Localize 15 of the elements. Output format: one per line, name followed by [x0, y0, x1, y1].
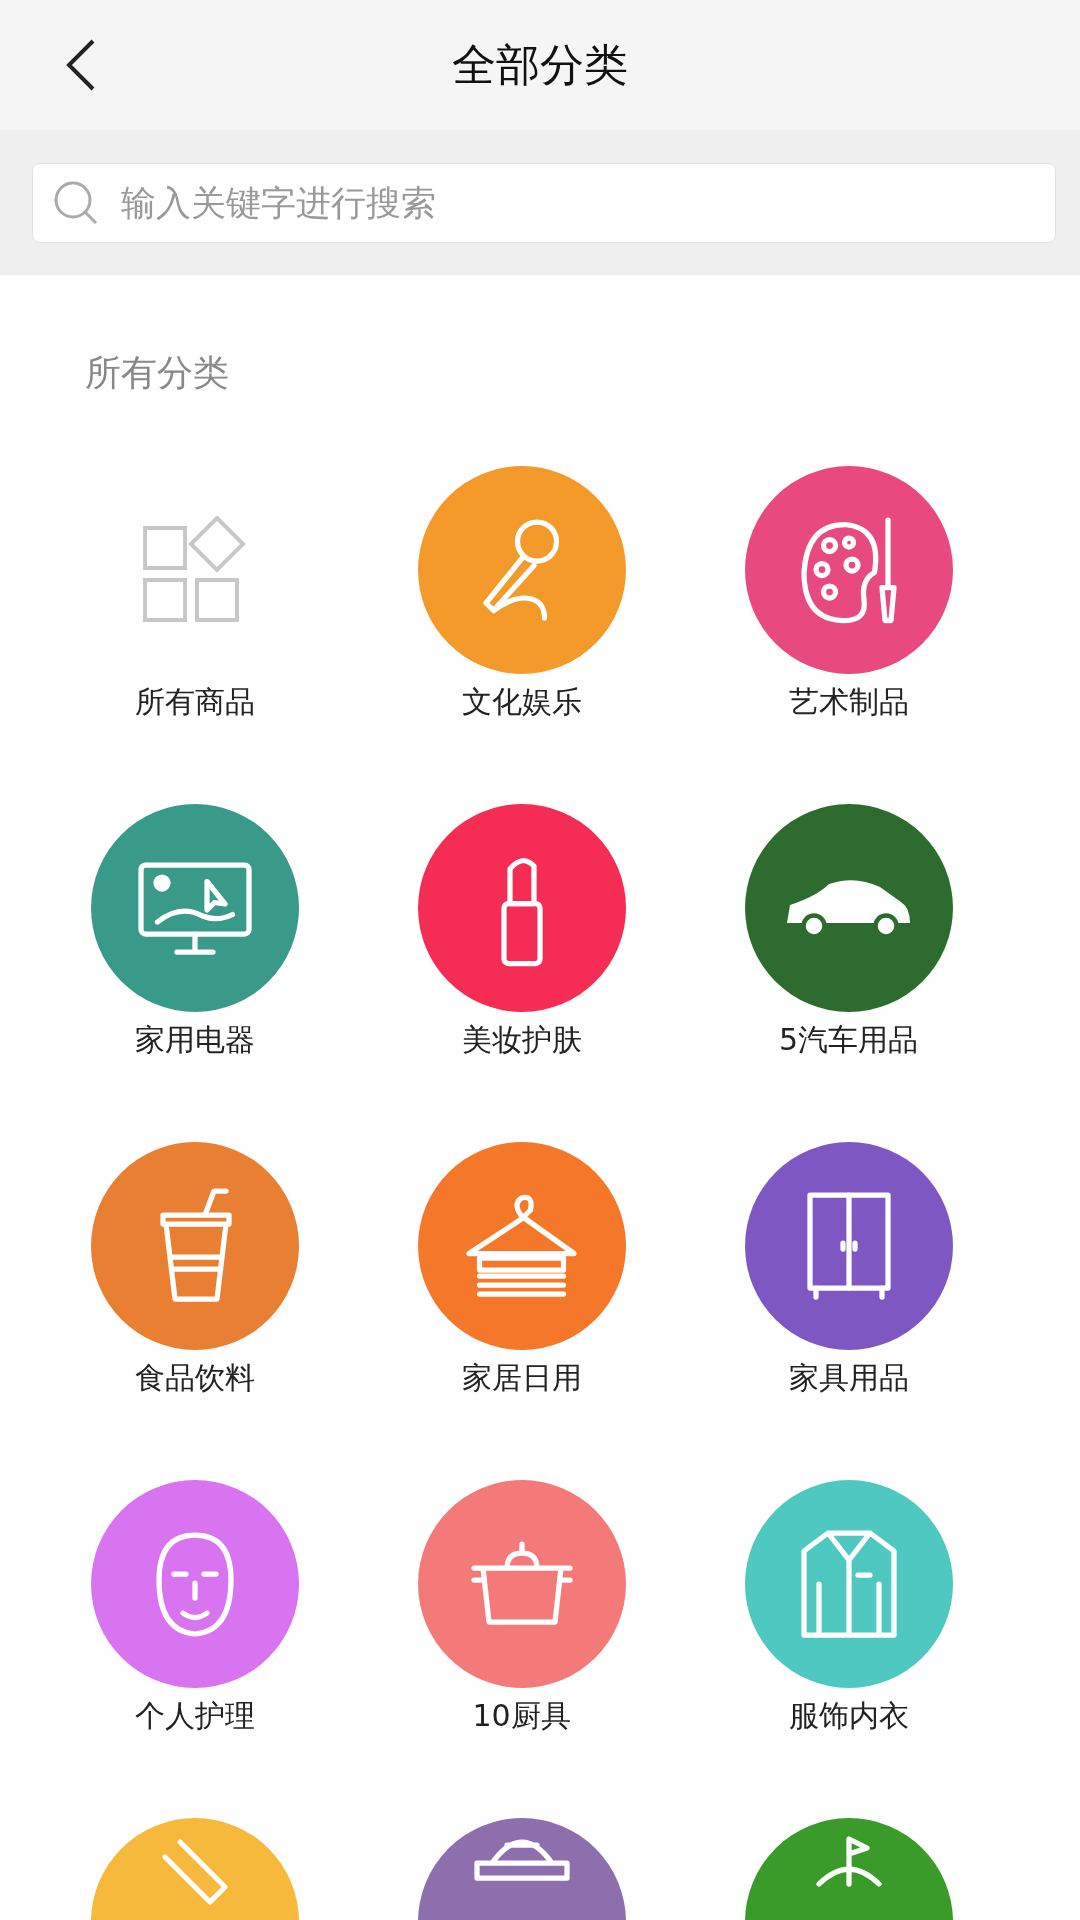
category-label[interactable]: 服饰内衣 — [788, 1696, 909, 1736]
category-label[interactable]: 个人护理 — [134, 1696, 255, 1736]
category-label[interactable]: 文化娱乐 — [461, 682, 582, 722]
category-label[interactable]: 家具用品 — [788, 1358, 909, 1398]
category-label[interactable]: 食品饮料 — [134, 1358, 255, 1398]
search-field[interactable]: 输入关键字进行搜索 — [32, 162, 1056, 243]
category-label[interactable]: 家居日用 — [461, 1358, 582, 1398]
section-title: 所有分类 — [84, 351, 230, 395]
category-label[interactable]: 所有商品 — [134, 682, 255, 722]
page-title: 全部分类 — [452, 37, 628, 92]
category-label[interactable]: 10厨具 — [472, 1696, 571, 1736]
category-label[interactable]: 家用电器 — [134, 1020, 255, 1060]
category-label[interactable]: 5汽车用品 — [778, 1020, 919, 1060]
category-label[interactable]: 艺术制品 — [788, 682, 909, 722]
category-label[interactable]: 美妆护肤 — [461, 1020, 582, 1060]
